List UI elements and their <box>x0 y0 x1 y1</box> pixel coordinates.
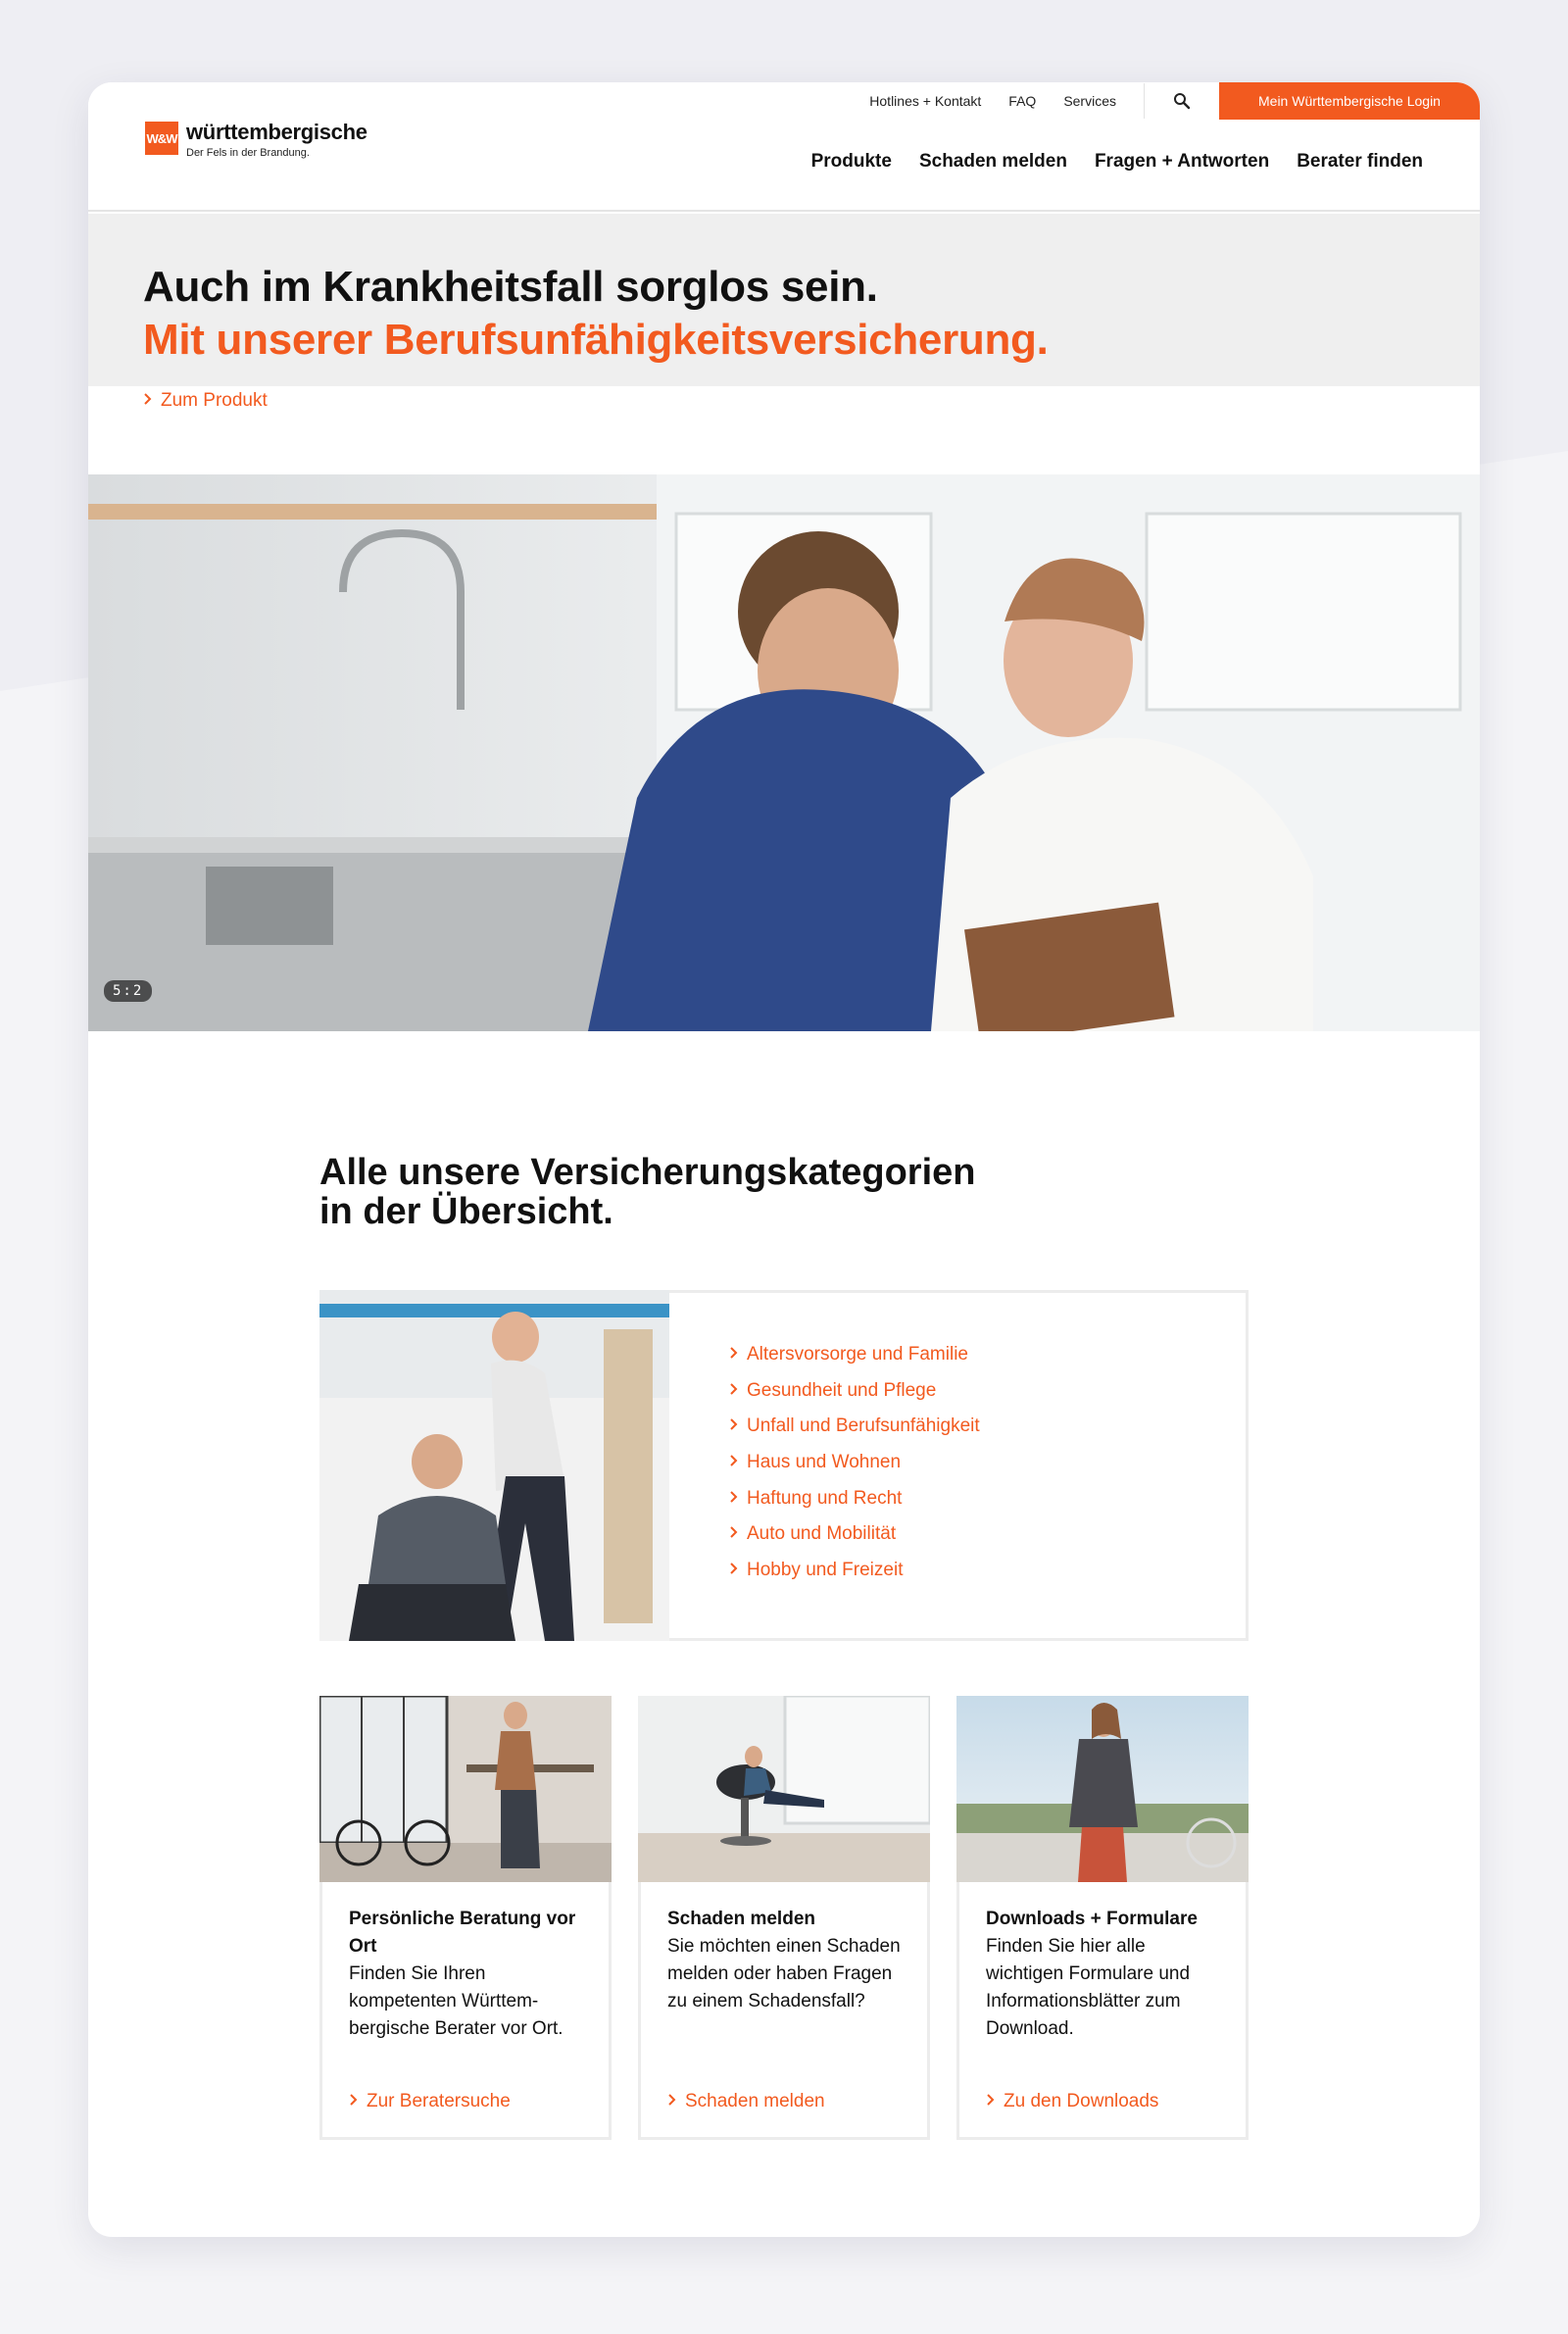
hero-title-line2: Mit unserer Berufsunfähigkeitsversicheru… <box>143 316 1049 364</box>
tile-title: Persönliche Beratung vor Ort Finden Sie … <box>349 1909 576 2039</box>
ratio-badge: 5:2 <box>104 980 153 1002</box>
divider <box>1144 83 1145 119</box>
logo[interactable]: W&W württembergische Der Fels in der Bra… <box>145 120 368 159</box>
tile-schaden: Schaden melden Sie möchten einen Schaden… <box>638 1696 930 2140</box>
list-item: Altersvorsorge und Familie <box>729 1344 980 1380</box>
tile-beratung: Persönliche Beratung vor Ort Finden Sie … <box>319 1696 612 2140</box>
chevron-right-icon <box>729 1344 739 1366</box>
chevron-right-icon <box>729 1523 739 1545</box>
tile-link-schaden-melden[interactable]: Schaden melden <box>667 2091 825 2112</box>
hero-product-link[interactable]: Zum Produkt <box>143 390 268 412</box>
page-card: Hotlines + Kontakt FAQ Services Mein Wür… <box>88 82 1480 2237</box>
list-item: Hobby und Freizeit <box>729 1560 980 1596</box>
search-icon[interactable] <box>1170 89 1194 113</box>
category-link-gesundheit[interactable]: Gesundheit und Pflege <box>729 1380 936 1402</box>
chevron-right-icon <box>729 1452 739 1473</box>
logo-claim: Der Fels in der Brandung. <box>186 147 310 159</box>
tile-image <box>956 1696 1249 1882</box>
tile-title: Downloads + Formulare Finden Sie hier al… <box>986 1909 1198 2039</box>
tile-link-beratersuche[interactable]: Zur Beratersuche <box>349 2091 511 2112</box>
logo-brand: württembergische <box>186 120 368 144</box>
tile-image <box>638 1696 930 1882</box>
hero-section: Auch im Krankheitsfall sorglos sein. Mit… <box>88 214 1480 411</box>
hero-title-line1: Auch im Krankheitsfall sorglos sein. <box>143 263 878 311</box>
categories-image <box>319 1290 669 1641</box>
category-link-unfall[interactable]: Unfall und Berufsunfähigkeit <box>729 1415 980 1437</box>
list-item: Haftung und Recht <box>729 1488 980 1524</box>
tile-link-downloads[interactable]: Zu den Downloads <box>986 2091 1158 2112</box>
faq-link[interactable]: FAQ <box>1008 93 1036 109</box>
utility-nav: Hotlines + Kontakt FAQ Services Mein Wür… <box>869 82 1480 120</box>
chevron-right-icon <box>349 2091 359 2112</box>
tile-text: Sie möchten einen Schaden melden oder ha… <box>667 1936 901 2011</box>
tile-image <box>319 1696 612 1882</box>
nav-fragen-antworten[interactable]: Fragen + Antworten <box>1095 151 1269 173</box>
site-header: Hotlines + Kontakt FAQ Services Mein Wür… <box>88 82 1480 212</box>
hero-image: 5:2 <box>88 474 1480 1031</box>
nav-produkte[interactable]: Produkte <box>811 151 892 173</box>
chevron-right-icon <box>729 1415 739 1437</box>
list-item: Haus und Wohnen <box>729 1452 980 1488</box>
tile-text: Finden Sie Ihren kompetenten Württem-ber… <box>349 1963 564 2039</box>
tile-title: Schaden melden Sie möchten einen Schaden… <box>667 1909 901 2011</box>
category-link-auto[interactable]: Auto und Mobilität <box>729 1523 896 1545</box>
logo-mark: W&W <box>145 122 178 155</box>
chevron-right-icon <box>729 1560 739 1581</box>
chevron-right-icon <box>986 2091 996 2112</box>
hero-product-link-label: Zum Produkt <box>161 390 268 411</box>
category-link-haftung[interactable]: Haftung und Recht <box>729 1488 902 1510</box>
chevron-right-icon <box>729 1488 739 1510</box>
category-link-altersvorsorge[interactable]: Altersvorsorge und Familie <box>729 1344 968 1366</box>
login-button[interactable]: Mein Württembergische Login <box>1219 82 1480 120</box>
list-item: Unfall und Berufsunfähigkeit <box>729 1415 980 1452</box>
category-list: Altersvorsorge und Familie Gesundheit un… <box>729 1344 980 1596</box>
chevron-right-icon <box>667 2091 677 2112</box>
categories-title-line2: in der Übersicht. <box>319 1191 613 1232</box>
services-link[interactable]: Services <box>1063 93 1116 109</box>
hero-title: Auch im Krankheitsfall sorglos sein. Mit… <box>143 261 1049 367</box>
hotlines-link[interactable]: Hotlines + Kontakt <box>869 93 981 109</box>
list-item: Gesundheit und Pflege <box>729 1380 980 1416</box>
chevron-right-icon <box>729 1380 739 1402</box>
chevron-right-icon <box>143 390 153 412</box>
category-link-haus[interactable]: Haus und Wohnen <box>729 1452 901 1473</box>
tile-text: Finden Sie hier alle wichtigen Formulare… <box>986 1936 1191 2039</box>
nav-schaden-melden[interactable]: Schaden melden <box>919 151 1067 173</box>
tile-downloads: Downloads + Formulare Finden Sie hier al… <box>956 1696 1249 2140</box>
list-item: Auto und Mobilität <box>729 1523 980 1560</box>
categories-title-line1: Alle unsere Versicherungskategorien <box>319 1152 976 1193</box>
main-nav: Produkte Schaden melden Fragen + Antwort… <box>784 151 1423 173</box>
category-link-hobby[interactable]: Hobby und Freizeit <box>729 1560 903 1581</box>
categories-title: Alle unsere Versicherungskategorien in d… <box>319 1153 976 1231</box>
categories-box: Altersvorsorge und Familie Gesundheit un… <box>319 1290 1249 1641</box>
nav-berater-finden[interactable]: Berater finden <box>1297 151 1423 173</box>
